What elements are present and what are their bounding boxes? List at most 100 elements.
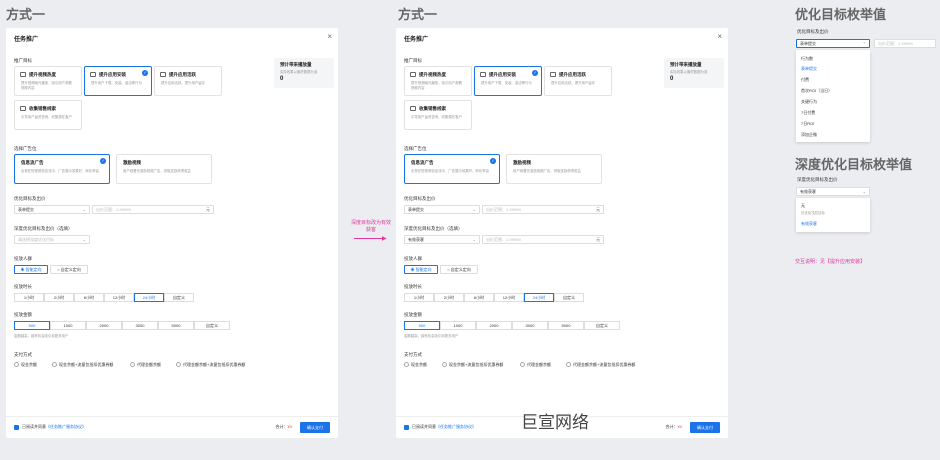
- duration-24h[interactable]: 24小时: [524, 293, 554, 302]
- audience-smart[interactable]: ◉ 智能定向: [14, 265, 48, 274]
- dropdown-option[interactable]: 付费: [801, 77, 809, 83]
- duration-24h[interactable]: 24小时: [134, 293, 164, 302]
- leads-icon: [410, 106, 416, 111]
- duration-custom[interactable]: 自定义: [164, 293, 194, 302]
- amount-3000[interactable]: 3000: [122, 321, 158, 330]
- dropdown-option[interactable]: 7日ROI: [801, 121, 814, 127]
- goal-desc: 提升视频曝光播放，吸引用户观看视频内容: [411, 81, 462, 90]
- duration-2h[interactable]: 2小时: [434, 293, 464, 302]
- goal-card-active[interactable]: 提升应用活跃 提升应用活跃、提升用户留存: [154, 66, 222, 96]
- check-icon: ✓: [490, 158, 496, 164]
- slot-card-reward[interactable]: 激励视频 用户观看完激励视频广告，领取奖励获得收益: [116, 154, 212, 184]
- deep-bid-input[interactable]: 出价范围：1-99999 元: [482, 235, 604, 244]
- goal-card-leads[interactable]: 收集销售线索 引导用户留资咨询、收集潜在客户: [14, 100, 82, 130]
- radio-icon: [566, 362, 571, 368]
- bid-input[interactable]: 出价范围：1-99999 元: [92, 205, 214, 214]
- goal-card-install[interactable]: 提升应用安装 提升用户下载、安装、激活等行为 ✓: [474, 66, 542, 96]
- goal-desc: 引导用户留资咨询、收集潜在客户: [21, 115, 72, 119]
- opt-target-select[interactable]: 表单提交 ⌄: [404, 205, 480, 214]
- amount-custom[interactable]: 自定义: [194, 321, 230, 330]
- header-right-bottom: 深度优化目标枚举值: [795, 157, 913, 172]
- slot-card-feed[interactable]: 信息流广告 出现在短视频信息流中，广告展示效果好，转化率高 ✓: [404, 154, 500, 184]
- confirm-pay-button[interactable]: 确认支付: [300, 422, 330, 433]
- pay-cash-coupon[interactable]: 现金余额+流量包抵扣优惠券额: [52, 362, 113, 368]
- bid-input[interactable]: 出价范围：1-99999 元: [482, 205, 604, 214]
- audience-smart[interactable]: ◉ 智能定向: [404, 265, 438, 274]
- deep-target-select[interactable]: 有效获客 ⌄: [404, 235, 480, 244]
- amount-500[interactable]: 500: [404, 321, 440, 330]
- amount-2000[interactable]: 2000: [476, 321, 512, 330]
- amount-500[interactable]: 500: [14, 321, 50, 330]
- duration-1h[interactable]: 1小时: [404, 293, 434, 302]
- dropdown-option[interactable]: 无: [801, 203, 805, 209]
- enum-opt-select[interactable]: 表单提交 ⌃: [796, 39, 870, 48]
- dropdown-option[interactable]: 行为数: [801, 56, 813, 62]
- total-label: 合计：: [275, 424, 288, 429]
- duration-2h[interactable]: 2小时: [44, 293, 74, 302]
- audience-custom[interactable]: ○ 自定义定向: [440, 265, 478, 274]
- goal-title: 提升应用活跃: [169, 72, 196, 77]
- dropdown-option[interactable]: 关键行为: [801, 99, 817, 105]
- slot-title: 激励视频: [513, 160, 531, 165]
- goal-desc: 提升应用活跃、提升用户留存: [161, 81, 206, 85]
- duration-12h[interactable]: 12小时: [494, 293, 524, 302]
- chevron-down-icon: ⌄: [82, 237, 86, 242]
- opt-target-select[interactable]: 表单提交 ⌄: [14, 205, 90, 214]
- slot-card-reward[interactable]: 激励视频 用户观看完激励视频广告，领取奖励获得收益: [506, 154, 602, 184]
- confirm-pay-button[interactable]: 确认支付: [690, 422, 720, 433]
- pay-agent[interactable]: 代理金额余额: [520, 362, 551, 368]
- pay-agent-coupon[interactable]: 代理金额余额+流量包抵扣优惠券额: [566, 362, 635, 368]
- goal-card-leads[interactable]: 收集销售线索 引导用户留资咨询、收集潜在客户: [404, 100, 472, 130]
- amount-5000[interactable]: 5000: [158, 321, 194, 330]
- deep-target-select[interactable]: 请选择深度优化目标 ⌄: [14, 235, 90, 244]
- amount-5000[interactable]: 5000: [548, 321, 584, 330]
- slot-card-feed[interactable]: 信息流广告 出现在短视频信息流中，广告展示效果好，转化率高 ✓: [14, 154, 110, 184]
- opt-label: 优化目标及出价: [14, 196, 46, 201]
- agreement-link[interactable]: 《任务推广服务协议》: [436, 424, 476, 429]
- duration-label: 投放时长: [404, 284, 422, 289]
- enum-bid-input[interactable]: 出价范围：1-99999: [874, 39, 936, 48]
- goal-card-video[interactable]: 提升视频热度 提升视频曝光播放，吸引用户观看视频内容: [14, 66, 82, 96]
- agree-text: 已阅读并同意《任务推广服务协议》: [22, 424, 86, 430]
- pay-agent-coupon[interactable]: 代理金额余额+流量包抵扣优惠券额: [176, 362, 245, 368]
- agree-checkbox[interactable]: [404, 425, 409, 430]
- dropdown-option[interactable]: 添加企微: [801, 132, 817, 138]
- goal-card-video[interactable]: 提升视频热度 提升视频曝光播放，吸引用户观看视频内容: [404, 66, 472, 96]
- goal-card-install[interactable]: 提升应用安装 提升用户下载、安装、激活等行为 ✓: [84, 66, 152, 96]
- audience-label: 投放人群: [14, 256, 32, 261]
- check-icon: ✓: [532, 70, 538, 76]
- amount-2000[interactable]: 2000: [86, 321, 122, 330]
- amount-1000[interactable]: 1000: [440, 321, 476, 330]
- stat-sub: 实际效果以最终数据为准: [280, 70, 318, 74]
- duration-6h[interactable]: 6小时: [74, 293, 104, 302]
- pay-label-text: 现金余额: [411, 362, 427, 367]
- pay-cash[interactable]: 现金余额: [404, 362, 427, 368]
- duration-1h[interactable]: 1小时: [14, 293, 44, 302]
- pay-cash[interactable]: 现金余额: [14, 362, 37, 368]
- dropdown-option-selected[interactable]: 有效获客: [801, 221, 817, 227]
- dropdown-option[interactable]: 7日付费: [801, 110, 815, 116]
- dropdown-option[interactable]: 首次ROI（当日）: [801, 88, 832, 94]
- goal-card-active[interactable]: 提升应用活跃 提升应用活跃、提升用户留存: [544, 66, 612, 96]
- dropdown-option-selected[interactable]: 表单提交: [801, 66, 817, 72]
- enum-deep-select[interactable]: 有效获客 ⌄: [796, 187, 870, 196]
- agree-checkbox[interactable]: [14, 425, 19, 430]
- duration-12h[interactable]: 12小时: [104, 293, 134, 302]
- stat-value: 0: [280, 76, 284, 82]
- duration-custom[interactable]: 自定义: [554, 293, 584, 302]
- duration-6h[interactable]: 6小时: [464, 293, 494, 302]
- pay-cash-coupon[interactable]: 现金余额+流量包抵扣优惠券额: [442, 362, 503, 368]
- goal-title: 收集销售线索: [419, 106, 446, 111]
- close-icon[interactable]: ×: [327, 32, 332, 41]
- amount-custom[interactable]: 自定义: [584, 321, 620, 330]
- agreement-link[interactable]: 《任务推广服务协议》: [46, 424, 86, 429]
- amount-1000[interactable]: 1000: [50, 321, 86, 330]
- audience-custom[interactable]: ○ 自定义定向: [50, 265, 88, 274]
- deep-label: 深度优化目标及出价（选填）: [404, 226, 463, 231]
- amount-3000[interactable]: 3000: [512, 321, 548, 330]
- pay-agent[interactable]: 代理金额余额: [130, 362, 161, 368]
- close-icon[interactable]: ×: [717, 32, 722, 41]
- header-left: 方式一: [6, 7, 46, 22]
- radio-icon: [176, 362, 181, 368]
- pay-label-text: 现金余额: [21, 362, 37, 367]
